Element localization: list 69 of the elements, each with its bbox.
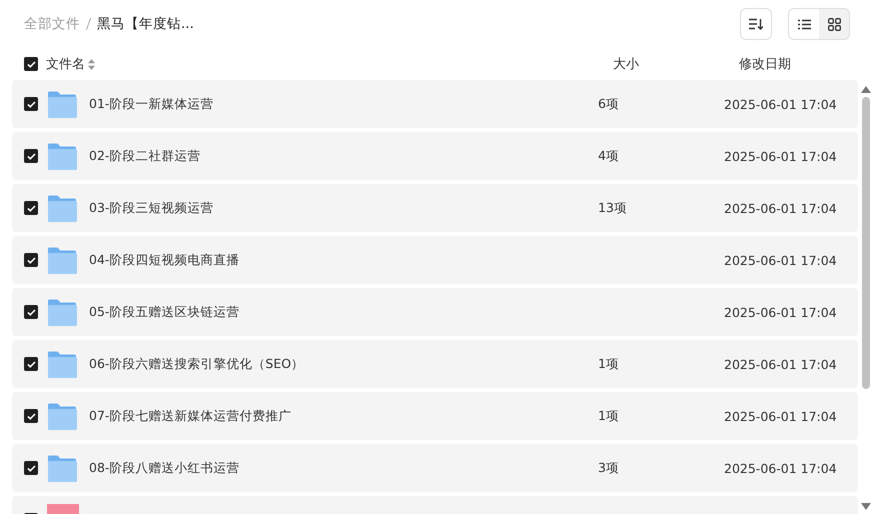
checkmark-icon — [26, 256, 36, 264]
sort-button[interactable] — [740, 8, 772, 40]
file-name: 04-阶段四短视频电商直播 — [89, 252, 240, 268]
sort-arrows-icon — [88, 58, 95, 70]
modified-date: 2025-06-01 17:04 — [724, 200, 837, 216]
row-checkbox[interactable] — [24, 409, 38, 423]
modified-date: 2025-06-01 17:04 — [724, 460, 837, 476]
date-column-header: 修改日期 — [739, 56, 791, 73]
folder-icon — [47, 454, 77, 482]
sort-icon — [749, 18, 763, 30]
row-checkbox[interactable] — [24, 149, 38, 163]
row-checkbox[interactable] — [24, 461, 38, 475]
file-row[interactable]: 01-阶段一新媒体运营 6项 2025-06-01 17:04 — [12, 80, 858, 128]
modified-date: 2025-06-01 17:04 — [724, 304, 837, 320]
row-checkbox[interactable] — [24, 305, 38, 319]
row-checkbox[interactable] — [24, 253, 38, 267]
checkmark-icon — [26, 60, 36, 68]
file-row[interactable]: 05-阶段五赠送区块链运营 2025-06-01 17:04 — [12, 288, 858, 336]
folder-icon — [47, 194, 77, 222]
item-count: 4项 — [598, 148, 620, 164]
scroll-down-icon[interactable] — [861, 503, 871, 510]
file-row[interactable]: 02-阶段二社群运营 4项 2025-06-01 17:04 — [12, 132, 858, 180]
folder-icon — [47, 90, 77, 118]
current-folder-title: 黑马【年度钻... — [97, 15, 194, 33]
checkmark-icon — [26, 152, 36, 160]
checkmark-icon — [26, 464, 36, 472]
file-row[interactable]: 08-阶段八赠送小红书运营 3项 2025-06-01 17:04 — [12, 444, 858, 492]
item-count: 6项 — [598, 96, 620, 112]
file-name: 06-阶段六赠送搜索引擎优化（SEO） — [89, 356, 306, 372]
item-count: 1项 — [598, 408, 620, 424]
list-icon — [798, 18, 810, 30]
file-name: 08-阶段八赠送小红书运营 — [89, 460, 240, 476]
scroll-up-icon[interactable] — [861, 86, 871, 93]
file-name: 07-阶段七赠送新媒体运营付费推广 — [89, 408, 292, 424]
modified-date: 2025-06-01 17:04 — [724, 148, 837, 164]
file-name: 01-阶段一新媒体运营 — [89, 96, 214, 112]
folder-icon — [47, 350, 77, 378]
file-name: 05-阶段五赠送区块链运营 — [89, 304, 240, 320]
folder-icon — [47, 298, 77, 326]
checkmark-icon — [26, 100, 36, 108]
file-row[interactable]: 06-阶段六赠送搜索引擎优化（SEO） 1项 2025-06-01 17:04 — [12, 340, 858, 388]
folder-icon — [47, 246, 77, 274]
modified-date: 2025-06-01 17:04 — [724, 408, 837, 424]
file-row[interactable]: 04-阶段四短视频电商直播 2025-06-01 17:04 — [12, 236, 858, 284]
size-column-header: 大小 — [613, 56, 640, 73]
modified-date: 2025-06-01 17:04 — [724, 356, 837, 372]
file-row[interactable]: 03-阶段三短视频运营 13项 2025-06-01 17:04 — [12, 184, 858, 232]
item-count: 1项 — [598, 356, 620, 372]
checkmark-icon — [26, 204, 36, 212]
checkmark-icon — [26, 412, 36, 420]
item-count: 13项 — [598, 200, 628, 216]
name-column-header[interactable]: 文件名 — [46, 55, 85, 73]
grid-icon — [828, 18, 840, 30]
modified-date: 2025-06-01 17:04 — [724, 252, 837, 268]
file-row[interactable]: 07-阶段七赠送新媒体运营付费推广 1项 2025-06-01 17:04 — [12, 392, 858, 440]
modified-date: 2025-06-01 17:04 — [724, 96, 837, 112]
row-checkbox[interactable] — [24, 201, 38, 215]
file-name: 02-阶段二社群运营 — [89, 148, 202, 164]
list-view-button[interactable] — [789, 9, 819, 39]
select-all-checkbox[interactable] — [24, 57, 38, 71]
row-checkbox[interactable] — [24, 357, 38, 371]
file-name: 03-阶段三短视频运营 — [89, 200, 214, 216]
folder-icon — [47, 142, 77, 170]
item-count: 3项 — [598, 460, 620, 476]
row-checkbox[interactable] — [24, 97, 38, 111]
checkmark-icon — [26, 308, 36, 316]
folder-icon — [47, 402, 77, 430]
checkmark-icon — [26, 360, 36, 368]
breadcrumb-separator — [86, 18, 92, 30]
